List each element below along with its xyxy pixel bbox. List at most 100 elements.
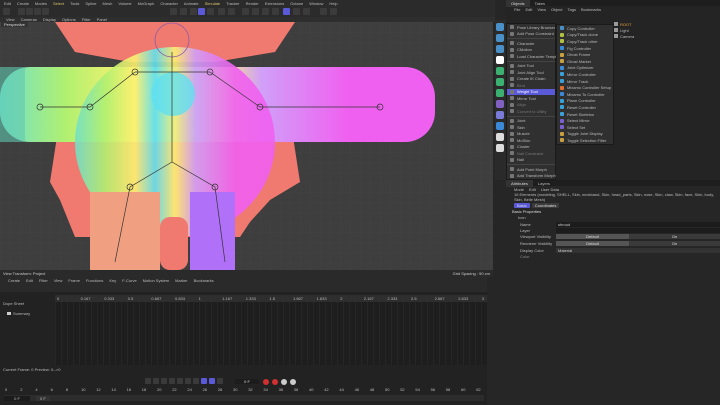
submenu-item-ghost-marker[interactable]: Ghost Marker xyxy=(557,58,613,65)
timeline-ruler[interactable]: 0 0.167 0.333 0.5 0.667 0.833 1 1.167 1.333 1.5 1.… xyxy=(55,295,487,302)
menu-item-load-character-template[interactable]: Load Character Template xyxy=(507,53,562,60)
submenu-item-toggle-selection-filter[interactable]: Toggle Selection Filter xyxy=(557,137,613,144)
timeline-menu-marker[interactable]: Marker xyxy=(175,278,187,283)
name-input[interactable]: shroud xyxy=(556,221,720,227)
next-button[interactable] xyxy=(177,378,183,384)
palette-tool-icon[interactable] xyxy=(496,45,504,53)
toolbar-button-icon[interactable] xyxy=(320,8,327,15)
toolbar-button-icon[interactable] xyxy=(252,8,259,15)
palette-tool-icon[interactable] xyxy=(496,133,504,141)
palette-tool-icon[interactable] xyxy=(496,111,504,119)
palette-tool-icon[interactable] xyxy=(496,89,504,97)
toolbar-button-icon[interactable] xyxy=(190,8,197,15)
key-button[interactable] xyxy=(281,379,287,385)
prev-key-button[interactable] xyxy=(153,378,159,384)
toolbar-button-icon[interactable] xyxy=(34,8,41,15)
menu-extensions[interactable]: Extensions xyxy=(265,1,285,6)
toolbar-button-icon[interactable] xyxy=(180,8,187,15)
auto-key-button[interactable] xyxy=(272,379,278,385)
renderer-visibility-on[interactable]: On xyxy=(629,241,720,246)
subtab-coordinates[interactable]: Coordinates xyxy=(531,203,560,208)
first-button[interactable] xyxy=(145,378,151,384)
next-key-button[interactable] xyxy=(185,378,191,384)
end-frame-field[interactable]: 0 F xyxy=(36,395,50,401)
menu-tools[interactable]: Tools xyxy=(70,1,79,6)
submenu-item-reset-skeleton[interactable]: Reset Skeleton xyxy=(557,111,613,118)
toolbar-button-icon[interactable] xyxy=(272,8,279,15)
palette-tool-icon[interactable] xyxy=(496,23,504,31)
palette-tool-icon[interactable] xyxy=(496,100,504,108)
layer-field[interactable] xyxy=(556,227,720,233)
timeline-menu-bookmarks[interactable]: Bookmarks xyxy=(194,278,214,283)
menu-mograph[interactable]: MoGraph xyxy=(138,1,155,6)
toolbar-button-icon[interactable] xyxy=(228,8,235,15)
menu-spline[interactable]: Spline xyxy=(85,1,96,6)
menu-item-nail[interactable]: Nail xyxy=(507,157,555,164)
submenu-item-copy-controller[interactable]: Copy Controller xyxy=(557,25,613,32)
object-row[interactable]: Camera xyxy=(614,33,720,39)
toolbar-button-icon[interactable] xyxy=(262,8,269,15)
frame-ruler[interactable]: 0 2 4 6 8 10 12 14 16 18 20 22 24 26 28 30 32 34 36 38 40 42 4… xyxy=(5,387,485,394)
timeline-menu-key[interactable]: Key xyxy=(109,278,116,283)
toolbar-button-icon[interactable] xyxy=(283,8,290,15)
menu-item-convert-to-utility[interactable]: Convert to Utility xyxy=(507,108,555,115)
menu-item-add-transform-morph[interactable]: Add Transform Morph xyxy=(507,173,556,180)
attr-menu-edit[interactable]: Edit xyxy=(529,187,536,192)
subtab-basic[interactable]: Basic xyxy=(514,203,530,208)
summary-row[interactable]: Summary xyxy=(7,311,30,316)
timeline-menu-motion-system[interactable]: Motion System xyxy=(143,278,169,283)
menu-tracker[interactable]: Tracker xyxy=(226,1,239,6)
submenu-item-ghost-frame[interactable]: Ghost Frame xyxy=(557,51,613,58)
menu-simulate[interactable]: Simulate xyxy=(205,1,221,6)
palette-tool-icon[interactable] xyxy=(496,122,504,130)
dope-sheet-area[interactable] xyxy=(55,302,487,365)
start-frame-field[interactable]: 0 F xyxy=(4,395,30,401)
submenu-item-mirror-track[interactable]: Mirror Track xyxy=(557,78,613,85)
menu-window[interactable]: Window xyxy=(309,1,323,6)
objects-menu-file[interactable]: File xyxy=(514,7,520,12)
submenu-item-mixamo-controller-setup[interactable]: Mixamo Controller Setup xyxy=(557,84,613,91)
palette-tool-icon[interactable] xyxy=(496,56,504,64)
submenu-item-joint-optimizer[interactable]: Joint Optimizer xyxy=(557,65,613,72)
viewport-visibility-default[interactable]: Default xyxy=(556,234,629,239)
timeline-menu-filter[interactable]: Filter xyxy=(39,278,48,283)
toolbar-button-icon[interactable] xyxy=(18,8,25,15)
objects-menu-tags[interactable]: Tags xyxy=(568,7,576,12)
attr-tab-attributes[interactable]: Attributes xyxy=(506,179,533,187)
sound-button[interactable] xyxy=(217,378,223,384)
motion-button[interactable] xyxy=(290,379,296,385)
timeline-menu-functions[interactable]: Functions xyxy=(86,278,103,283)
palette-tool-icon[interactable] xyxy=(496,78,504,86)
toolbar-button-icon[interactable] xyxy=(26,8,33,15)
submenu-item-reset-controller[interactable]: Reset Controller xyxy=(557,104,613,111)
viewport-visibility-on[interactable]: On xyxy=(629,234,720,239)
submenu-item-copy-track-clone[interactable]: Copy/Track clone xyxy=(557,32,613,39)
toolbar-button-icon[interactable] xyxy=(207,8,214,15)
menu-character[interactable]: Character xyxy=(160,1,178,6)
record-button[interactable] xyxy=(263,379,269,385)
timeline-menu-frame[interactable]: Frame xyxy=(68,278,80,283)
menu-volume[interactable]: Volume xyxy=(118,1,131,6)
objects-menu-edit[interactable]: Edit xyxy=(525,7,532,12)
palette-tool-icon[interactable] xyxy=(496,34,504,42)
timeline-menu-create[interactable]: Create xyxy=(8,278,20,283)
toolbar-button-icon[interactable] xyxy=(3,8,10,15)
toolbar-button-icon[interactable] xyxy=(198,8,205,15)
objects-menu-object[interactable]: Object xyxy=(551,7,563,12)
palette-tool-icon[interactable] xyxy=(496,67,504,75)
display-color-select[interactable]: Material xyxy=(556,248,720,253)
menu-octane[interactable]: Octane xyxy=(290,1,303,6)
submenu-item-toggle-joint-display[interactable]: Toggle Joint Display xyxy=(557,131,613,138)
timeline-menu-f-curve[interactable]: F-Curve xyxy=(122,278,136,283)
toolbar-button-icon[interactable] xyxy=(170,8,177,15)
objects-menu-bookmarks[interactable]: Bookmarks xyxy=(581,7,601,12)
menu-edit[interactable]: Edit xyxy=(4,1,11,6)
renderer-visibility-default[interactable]: Default xyxy=(556,241,629,246)
toolbar-button-icon[interactable] xyxy=(218,8,225,15)
viewport[interactable]: Perspective View Transform: Project Grid… xyxy=(0,22,493,277)
last-button[interactable] xyxy=(193,378,199,384)
submenu-item-fig-controller[interactable]: Fig Controller xyxy=(557,45,613,52)
prev-button[interactable] xyxy=(161,378,167,384)
menu-animate[interactable]: Animate xyxy=(184,1,199,6)
submenu-item-select-set[interactable]: Select Set xyxy=(557,124,613,131)
